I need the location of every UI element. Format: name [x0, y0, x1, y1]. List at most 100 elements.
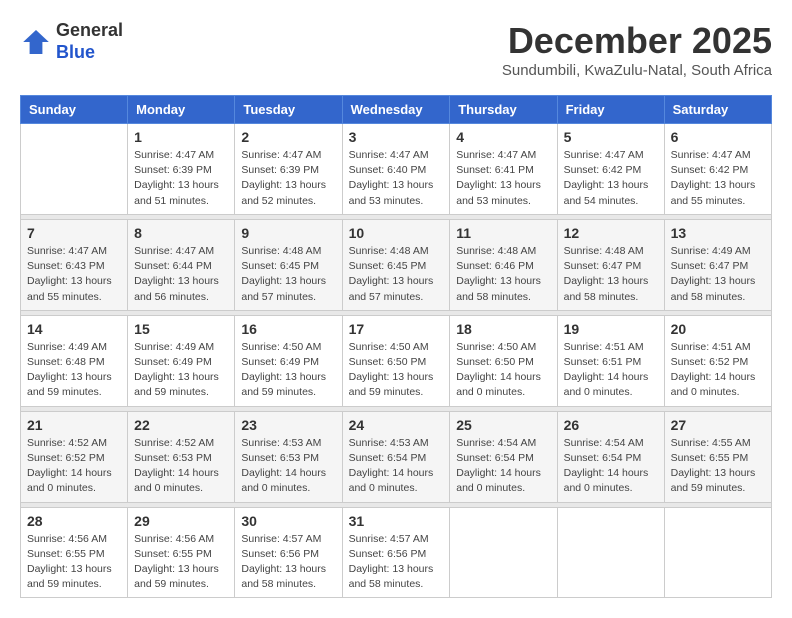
- day-info: Sunrise: 4:47 AMSunset: 6:41 PMDaylight:…: [456, 148, 550, 209]
- calendar-day-cell: 11 Sunrise: 4:48 AMSunset: 6:46 PMDayligh…: [450, 219, 557, 310]
- day-number: 7: [27, 225, 121, 241]
- calendar-day-cell: 7 Sunrise: 4:47 AMSunset: 6:43 PMDaylight…: [21, 219, 128, 310]
- calendar-day-cell: 8Sunrise: 4:47 AMSunset: 6:44 PMDaylight…: [128, 219, 235, 310]
- day-number: 11: [456, 225, 550, 241]
- calendar-day-cell: [664, 507, 771, 598]
- calendar-day-cell: [557, 507, 664, 598]
- logo-icon: [20, 26, 52, 58]
- day-info: Sunrise: 4:55 AMSunset: 6:55 PMDaylight:…: [671, 436, 765, 497]
- calendar-day-cell: 15 Sunrise: 4:49 AMSunset: 6:49 PMDayligh…: [128, 315, 235, 406]
- title-block: December 2025 Sundumbili, KwaZulu-Natal,…: [502, 20, 772, 79]
- day-info: Sunrise: 4:48 AMSunset: 6:47 PMDaylight:…: [564, 244, 658, 305]
- day-info: Sunrise: 4:48 AMSunset: 6:46 PMDaylight:…: [456, 244, 550, 305]
- calendar-day-cell: 20 Sunrise: 4:51 AMSunset: 6:52 PMDayligh…: [664, 315, 771, 406]
- day-number: 19: [564, 321, 658, 337]
- day-info: Sunrise: 4:57 AMSunset: 6:56 PMDaylight:…: [349, 532, 444, 593]
- day-info: Sunrise: 4:49 AMSunset: 6:49 PMDaylight:…: [134, 340, 228, 401]
- day-info: Sunrise: 4:53 AMSunset: 6:54 PMDaylight:…: [349, 436, 444, 497]
- day-info: Sunrise: 4:51 AMSunset: 6:52 PMDaylight:…: [671, 340, 765, 401]
- day-info: Sunrise: 4:56 AMSunset: 6:55 PMDaylight:…: [27, 532, 121, 593]
- calendar-day-cell: 19 Sunrise: 4:51 AMSunset: 6:51 PMDayligh…: [557, 315, 664, 406]
- day-number: 23: [241, 417, 335, 433]
- calendar-day-cell: [21, 124, 128, 215]
- month-title: December 2025: [502, 20, 772, 62]
- day-number: 14: [27, 321, 121, 337]
- calendar-day-cell: 16Sunrise: 4:50 AMSunset: 6:49 PMDayligh…: [235, 315, 342, 406]
- day-number: 25: [456, 417, 550, 433]
- logo-text: General Blue: [56, 20, 123, 63]
- day-info: Sunrise: 4:48 AMSunset: 6:45 PMDaylight:…: [241, 244, 335, 305]
- calendar-day-cell: 6 Sunrise: 4:47 AMSunset: 6:42 PMDaylight…: [664, 124, 771, 215]
- day-number: 31: [349, 513, 444, 529]
- calendar-day-cell: 4 Sunrise: 4:47 AMSunset: 6:41 PMDaylight…: [450, 124, 557, 215]
- day-number: 15: [134, 321, 228, 337]
- header-day-thursday: Thursday: [450, 96, 557, 124]
- calendar-day-cell: 10Sunrise: 4:48 AMSunset: 6:45 PMDayligh…: [342, 219, 450, 310]
- calendar-day-cell: 23 Sunrise: 4:53 AMSunset: 6:53 PMDayligh…: [235, 411, 342, 502]
- calendar-day-cell: 28 Sunrise: 4:56 AMSunset: 6:55 PMDayligh…: [21, 507, 128, 598]
- day-info: Sunrise: 4:53 AMSunset: 6:53 PMDaylight:…: [241, 436, 335, 497]
- day-info: Sunrise: 4:47 AMSunset: 6:39 PMDaylight:…: [241, 148, 335, 209]
- calendar-day-cell: 18Sunrise: 4:50 AMSunset: 6:50 PMDayligh…: [450, 315, 557, 406]
- calendar-week-row: 1 Sunrise: 4:47 AMSunset: 6:39 PMDaylight…: [21, 124, 772, 215]
- day-number: 4: [456, 129, 550, 145]
- calendar-day-cell: 31 Sunrise: 4:57 AMSunset: 6:56 PMDayligh…: [342, 507, 450, 598]
- calendar-day-cell: 13Sunrise: 4:49 AMSunset: 6:47 PMDayligh…: [664, 219, 771, 310]
- calendar-day-cell: 5 Sunrise: 4:47 AMSunset: 6:42 PMDaylight…: [557, 124, 664, 215]
- day-number: 21: [27, 417, 121, 433]
- day-number: 1: [134, 129, 228, 145]
- calendar-week-row: 7 Sunrise: 4:47 AMSunset: 6:43 PMDaylight…: [21, 219, 772, 310]
- logo-general: General: [56, 20, 123, 40]
- calendar-day-cell: 2Sunrise: 4:47 AMSunset: 6:39 PMDaylight…: [235, 124, 342, 215]
- day-number: 17: [349, 321, 444, 337]
- day-number: 6: [671, 129, 765, 145]
- calendar-header-row: SundayMondayTuesdayWednesdayThursdayFrid…: [21, 96, 772, 124]
- day-info: Sunrise: 4:47 AMSunset: 6:42 PMDaylight:…: [564, 148, 658, 209]
- calendar-day-cell: 26Sunrise: 4:54 AMSunset: 6:54 PMDayligh…: [557, 411, 664, 502]
- header-day-saturday: Saturday: [664, 96, 771, 124]
- calendar-day-cell: 1 Sunrise: 4:47 AMSunset: 6:39 PMDaylight…: [128, 124, 235, 215]
- calendar-day-cell: 9 Sunrise: 4:48 AMSunset: 6:45 PMDaylight…: [235, 219, 342, 310]
- calendar-week-row: 28 Sunrise: 4:56 AMSunset: 6:55 PMDayligh…: [21, 507, 772, 598]
- day-info: Sunrise: 4:48 AMSunset: 6:45 PMDaylight:…: [349, 244, 444, 305]
- day-info: Sunrise: 4:57 AMSunset: 6:56 PMDaylight:…: [241, 532, 335, 593]
- calendar-week-row: 14Sunrise: 4:49 AMSunset: 6:48 PMDayligh…: [21, 315, 772, 406]
- day-info: Sunrise: 4:52 AMSunset: 6:53 PMDaylight:…: [134, 436, 228, 497]
- header-day-tuesday: Tuesday: [235, 96, 342, 124]
- calendar-day-cell: 24 Sunrise: 4:53 AMSunset: 6:54 PMDayligh…: [342, 411, 450, 502]
- day-number: 8: [134, 225, 228, 241]
- day-info: Sunrise: 4:47 AMSunset: 6:39 PMDaylight:…: [134, 148, 228, 209]
- day-info: Sunrise: 4:51 AMSunset: 6:51 PMDaylight:…: [564, 340, 658, 401]
- day-info: Sunrise: 4:50 AMSunset: 6:50 PMDaylight:…: [349, 340, 444, 401]
- day-number: 29: [134, 513, 228, 529]
- calendar-day-cell: 30 Sunrise: 4:57 AMSunset: 6:56 PMDayligh…: [235, 507, 342, 598]
- calendar-day-cell: 17 Sunrise: 4:50 AMSunset: 6:50 PMDayligh…: [342, 315, 450, 406]
- header-day-friday: Friday: [557, 96, 664, 124]
- calendar-day-cell: 14Sunrise: 4:49 AMSunset: 6:48 PMDayligh…: [21, 315, 128, 406]
- header-day-sunday: Sunday: [21, 96, 128, 124]
- day-info: Sunrise: 4:47 AMSunset: 6:40 PMDaylight:…: [349, 148, 444, 209]
- page-header: General Blue December 2025 Sundumbili, K…: [20, 20, 772, 79]
- calendar-day-cell: 21 Sunrise: 4:52 AMSunset: 6:52 PMDayligh…: [21, 411, 128, 502]
- day-number: 24: [349, 417, 444, 433]
- day-number: 5: [564, 129, 658, 145]
- day-info: Sunrise: 4:50 AMSunset: 6:49 PMDaylight:…: [241, 340, 335, 401]
- day-number: 20: [671, 321, 765, 337]
- day-info: Sunrise: 4:54 AMSunset: 6:54 PMDaylight:…: [564, 436, 658, 497]
- day-number: 9: [241, 225, 335, 241]
- day-number: 3: [349, 129, 444, 145]
- day-number: 28: [27, 513, 121, 529]
- location-subtitle: Sundumbili, KwaZulu-Natal, South Africa: [502, 62, 772, 79]
- calendar-day-cell: 29Sunrise: 4:56 AMSunset: 6:55 PMDayligh…: [128, 507, 235, 598]
- day-number: 27: [671, 417, 765, 433]
- header-day-wednesday: Wednesday: [342, 96, 450, 124]
- calendar-week-row: 21 Sunrise: 4:52 AMSunset: 6:52 PMDayligh…: [21, 411, 772, 502]
- day-number: 30: [241, 513, 335, 529]
- day-info: Sunrise: 4:47 AMSunset: 6:43 PMDaylight:…: [27, 244, 121, 305]
- logo-blue: Blue: [56, 42, 95, 62]
- logo: General Blue: [20, 20, 123, 63]
- day-info: Sunrise: 4:50 AMSunset: 6:50 PMDaylight:…: [456, 340, 550, 401]
- day-info: Sunrise: 4:52 AMSunset: 6:52 PMDaylight:…: [27, 436, 121, 497]
- day-info: Sunrise: 4:47 AMSunset: 6:42 PMDaylight:…: [671, 148, 765, 209]
- day-info: Sunrise: 4:54 AMSunset: 6:54 PMDaylight:…: [456, 436, 550, 497]
